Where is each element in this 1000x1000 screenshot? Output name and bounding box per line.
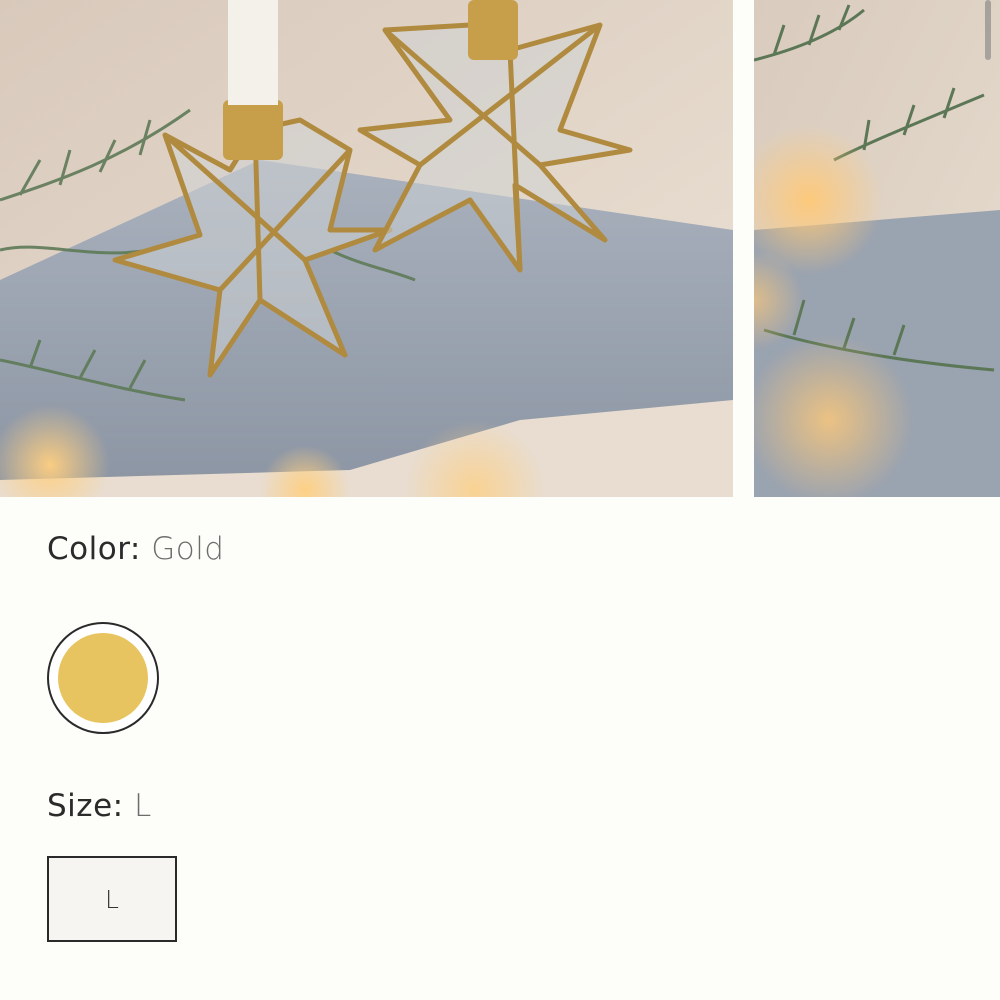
size-selected-value: L xyxy=(133,788,152,824)
size-label-text: Size: xyxy=(47,788,124,824)
color-swatch-gold[interactable] xyxy=(47,622,159,734)
size-option-label: Size: L xyxy=(47,788,152,824)
product-photo-next[interactable] xyxy=(754,0,1000,497)
product-photo-main[interactable] xyxy=(0,0,733,497)
product-image-gallery[interactable] xyxy=(0,0,1000,497)
color-label-text: Color: xyxy=(47,531,141,567)
color-swatch-fill xyxy=(58,633,148,723)
color-selected-value: Gold xyxy=(151,531,225,567)
color-option-label: Color: Gold xyxy=(47,531,224,567)
gallery-scroll-indicator[interactable] xyxy=(985,0,991,60)
size-button-l[interactable]: L xyxy=(47,856,177,942)
